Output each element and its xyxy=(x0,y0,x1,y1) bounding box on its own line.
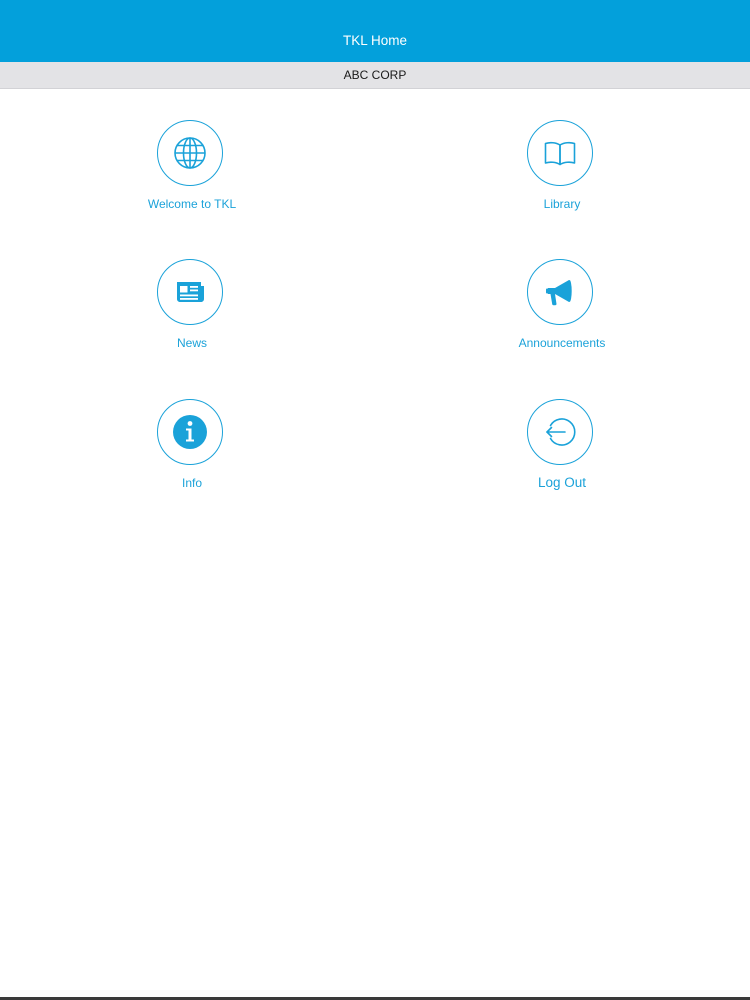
globe-icon xyxy=(174,137,206,169)
book-icon xyxy=(544,141,576,166)
megaphone-icon xyxy=(546,280,572,306)
tile-announcements[interactable]: Announcements xyxy=(482,259,642,369)
organization-name: ABC CORP xyxy=(343,68,407,82)
welcome-circle[interactable] xyxy=(157,120,223,186)
announcements-circle[interactable] xyxy=(527,259,593,325)
news-circle[interactable] xyxy=(157,259,223,325)
info-circle[interactable] xyxy=(157,399,223,465)
announcements-label[interactable]: Announcements xyxy=(482,336,642,350)
logout-circle[interactable] xyxy=(527,399,593,465)
logout-icon xyxy=(546,418,576,446)
library-circle[interactable] xyxy=(527,120,593,186)
info-icon xyxy=(173,415,207,449)
tile-welcome[interactable]: Welcome to TKL xyxy=(112,120,272,230)
welcome-label[interactable]: Welcome to TKL xyxy=(112,197,272,211)
library-label[interactable]: Library xyxy=(482,197,642,211)
tile-logout[interactable]: Log Out xyxy=(482,399,642,509)
page-title: TKL Home xyxy=(342,33,408,48)
logout-label[interactable]: Log Out xyxy=(482,476,642,490)
newspaper-icon xyxy=(177,282,204,302)
navigation-bar: TKL Home xyxy=(0,0,750,62)
tile-library[interactable]: Library xyxy=(482,120,642,230)
news-label[interactable]: News xyxy=(112,336,272,350)
info-label[interactable]: Info xyxy=(112,476,272,490)
tile-news[interactable]: News xyxy=(112,259,272,369)
tile-info[interactable]: Info xyxy=(112,399,272,509)
organization-header: ABC CORP xyxy=(0,62,750,89)
